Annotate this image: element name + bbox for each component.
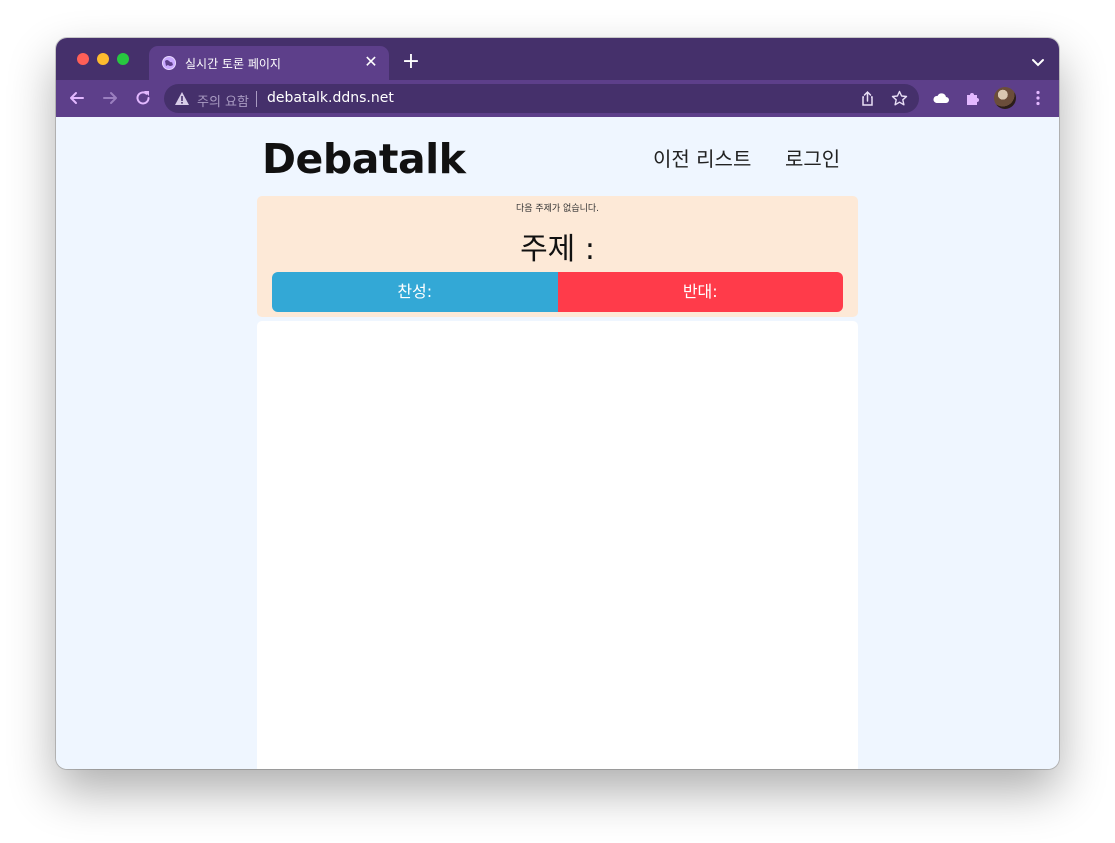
warning-icon[interactable] [174, 91, 190, 106]
puzzle-icon[interactable] [963, 88, 983, 108]
address-bar[interactable]: 주의 요함 debatalk.ddns.net [164, 84, 919, 113]
disagree-button[interactable]: 반대: [557, 272, 843, 312]
next-topic-notice: 다음 주제가 없습니다. [515, 204, 600, 214]
star-icon[interactable] [891, 90, 908, 107]
security-status[interactable]: 주의 요함 [197, 91, 249, 110]
globe-icon [162, 56, 176, 70]
profile-avatar[interactable] [994, 87, 1016, 109]
site-logo[interactable]: Debatalk [262, 135, 466, 183]
browser-toolbar: 주의 요함 debatalk.ddns.net [56, 80, 1059, 117]
tab-bar: 실시간 토론 페이지 ✕ + [56, 38, 1059, 80]
minimize-window-button[interactable] [97, 53, 109, 65]
tab-title: 실시간 토론 페이지 [185, 57, 281, 71]
url-text[interactable]: debatalk.ddns.net [267, 90, 394, 106]
arrow-left-icon[interactable] [67, 88, 87, 108]
topic-card: 다음 주제가 없습니다. 주제 : 찬성: 반대: [257, 196, 858, 317]
maximize-window-button[interactable] [117, 53, 129, 65]
topic-title: 주제 : [520, 232, 595, 267]
kebab-menu-icon[interactable] [1028, 88, 1048, 108]
agree-button[interactable]: 찬성: [272, 272, 558, 312]
close-window-button[interactable] [77, 53, 89, 65]
arrow-right-icon[interactable] [100, 88, 120, 108]
page-content: Debatalk 이전 리스트 로그인 다음 주제가 없습니다. 주제 : 찬성… [56, 117, 1059, 769]
browser-window: 실시간 토론 페이지 ✕ + 주의 요함 debatalk.ddns.net D… [56, 38, 1059, 769]
vote-bar: 찬성: 반대: [272, 272, 843, 312]
new-tab-button[interactable]: + [400, 51, 422, 73]
nav-login-link[interactable]: 로그인 [785, 143, 840, 172]
browser-tab[interactable]: 실시간 토론 페이지 ✕ [149, 46, 389, 80]
debate-chat-panel [257, 321, 858, 769]
cloud-icon[interactable] [931, 88, 951, 108]
address-divider [256, 91, 257, 107]
reload-icon[interactable] [133, 88, 153, 108]
nav-prev-list-link[interactable]: 이전 리스트 [653, 143, 751, 172]
share-icon[interactable] [859, 90, 876, 107]
chevron-down-icon[interactable] [1031, 54, 1045, 67]
close-tab-icon[interactable]: ✕ [361, 52, 381, 72]
